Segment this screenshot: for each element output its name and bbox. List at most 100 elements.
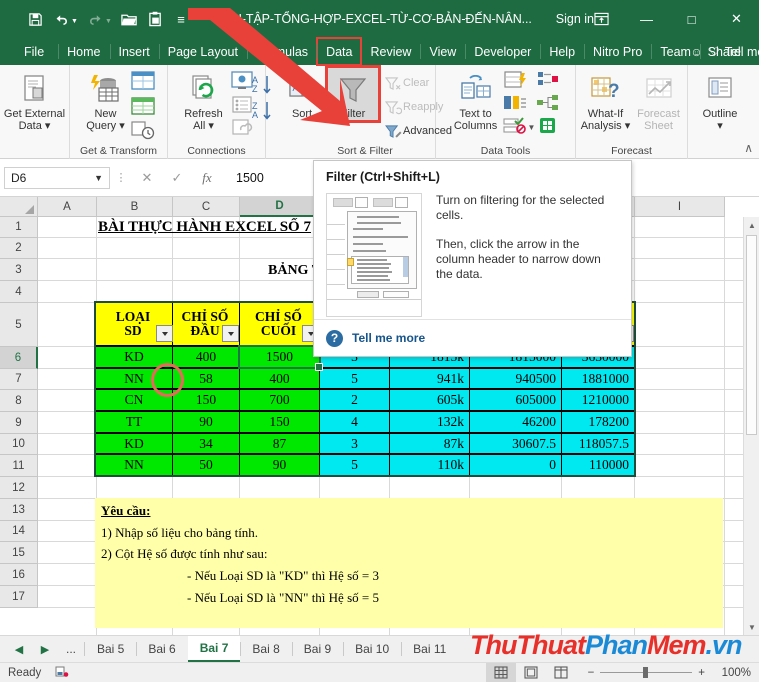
scroll-up-icon[interactable]: ▲: [744, 217, 759, 233]
maximize-button[interactable]: □: [669, 0, 714, 38]
table-row[interactable]: NN: [95, 368, 173, 389]
filter-dropdown-loai-sd[interactable]: [156, 325, 173, 342]
tab-developer[interactable]: Developer: [465, 38, 540, 65]
close-button[interactable]: ✕: [714, 0, 759, 38]
row-header-9[interactable]: 9: [0, 412, 38, 434]
table-row[interactable]: 2: [319, 389, 390, 411]
collapse-ribbon-icon[interactable]: ∧: [744, 141, 753, 155]
normal-view-icon[interactable]: [485, 662, 516, 682]
sheet-tab-bai-11[interactable]: Bai 11: [401, 636, 458, 662]
row-header-10[interactable]: 10: [0, 434, 38, 455]
text-to-columns-button[interactable]: Text to Columns: [450, 68, 502, 132]
column-header-b[interactable]: B: [97, 197, 173, 217]
tab-page-layout[interactable]: Page Layout: [158, 38, 247, 65]
table-row[interactable]: TT: [95, 411, 173, 433]
table-row[interactable]: 110000: [561, 454, 635, 476]
row-header-2[interactable]: 2: [0, 238, 38, 259]
data-validation-icon[interactable]: [502, 116, 528, 139]
open-folder-icon[interactable]: [116, 6, 142, 32]
share-button[interactable]: ☺ Share: [681, 45, 755, 59]
previous-sheet-icon[interactable]: ◀: [6, 636, 32, 662]
save-icon[interactable]: [22, 6, 48, 32]
table-row[interactable]: 1881000: [561, 368, 635, 389]
table-row[interactable]: 700: [239, 389, 320, 411]
relationships-icon[interactable]: [535, 93, 561, 116]
tab-home[interactable]: Home: [58, 38, 109, 65]
table-row[interactable]: 1210000: [561, 389, 635, 411]
table-row[interactable]: 0: [469, 454, 562, 476]
name-box-dropdown-icon[interactable]: ▼: [94, 173, 103, 183]
table-row[interactable]: 34: [172, 433, 240, 454]
sheet-tab-bai-5[interactable]: Bai 5: [85, 636, 136, 662]
row-header-6[interactable]: 6: [0, 347, 38, 369]
row-header-1[interactable]: 1: [0, 217, 38, 238]
show-queries-icon[interactable]: [130, 70, 156, 95]
row-header-14[interactable]: 14: [0, 521, 38, 542]
forecast-sheet-button[interactable]: Forecast Sheet: [633, 68, 685, 132]
table-row[interactable]: 4: [319, 411, 390, 433]
from-table-icon[interactable]: [130, 95, 156, 120]
undo-dropdown-icon[interactable]: ▼: [71, 18, 78, 25]
tab-view[interactable]: View: [420, 38, 465, 65]
tab-file[interactable]: File: [10, 38, 58, 65]
outline-button[interactable]: Outline ▾: [693, 68, 747, 132]
sheet-tab-bai-8[interactable]: Bai 8: [240, 636, 291, 662]
table-row[interactable]: 58: [172, 368, 240, 389]
table-row[interactable]: KD: [95, 346, 173, 368]
next-sheet-icon[interactable]: ▶: [32, 636, 58, 662]
row-header-3[interactable]: 3: [0, 259, 38, 281]
table-row[interactable]: 178200: [561, 411, 635, 433]
refresh-all-button[interactable]: Refresh All ▾: [179, 68, 229, 132]
zoom-thumb[interactable]: [643, 667, 649, 678]
tell-me-more-link[interactable]: Tell me more: [352, 331, 425, 345]
flash-fill-icon[interactable]: [502, 70, 536, 93]
page-break-view-icon[interactable]: [546, 663, 576, 682]
row-header-8[interactable]: 8: [0, 390, 38, 412]
table-row[interactable]: 400: [239, 368, 320, 389]
recent-sources-icon[interactable]: [130, 120, 156, 143]
filter-button[interactable]: Filter: [325, 65, 382, 123]
page-layout-view-icon[interactable]: [516, 663, 546, 682]
table-row[interactable]: 150: [239, 411, 320, 433]
sheet-tab-bai-10[interactable]: Bai 10: [343, 636, 401, 662]
table-row[interactable]: 110k: [389, 454, 470, 476]
table-row[interactable]: 90: [239, 454, 320, 476]
zoom-in-button[interactable]: +: [698, 667, 705, 679]
table-row[interactable]: 3: [319, 433, 390, 454]
select-all-corner[interactable]: [0, 197, 38, 217]
row-header-13[interactable]: 13: [0, 499, 38, 521]
table-row[interactable]: 118057.5: [561, 433, 635, 454]
table-row[interactable]: 605000: [469, 389, 562, 411]
tab-formulas[interactable]: Formulas: [246, 38, 317, 65]
requirements-note[interactable]: [95, 498, 723, 628]
vertical-scroll-thumb[interactable]: [746, 235, 757, 435]
what-if-analysis-button[interactable]: ? What-If Analysis ▾: [579, 68, 633, 132]
table-row[interactable]: 46200: [469, 411, 562, 433]
table-row[interactable]: 90: [172, 411, 240, 433]
table-row[interactable]: NN: [95, 454, 173, 476]
column-header-a[interactable]: A: [38, 197, 97, 217]
sheet-tab-bai-7[interactable]: Bai 7: [187, 636, 241, 662]
tab-insert[interactable]: Insert: [109, 38, 159, 65]
sheet-tab-bai-9[interactable]: Bai 9: [291, 636, 343, 662]
manage-data-model-icon[interactable]: [535, 116, 561, 139]
tab-review[interactable]: Review: [361, 38, 420, 65]
minimize-button[interactable]: —: [624, 0, 669, 38]
row-header-11[interactable]: 11: [0, 455, 38, 477]
column-header-d[interactable]: D: [240, 197, 320, 217]
filter-dropdown-chi-so-dau[interactable]: [222, 325, 239, 342]
table-row[interactable]: 50: [172, 454, 240, 476]
table-row[interactable]: 400: [172, 346, 240, 368]
name-box[interactable]: D6 ▼: [4, 166, 110, 189]
zoom-track[interactable]: [600, 667, 693, 678]
table-row[interactable]: 87: [239, 433, 320, 454]
table-row[interactable]: 940500: [469, 368, 562, 389]
row-header-15[interactable]: 15: [0, 542, 38, 564]
table-row[interactable]: 5: [319, 368, 390, 389]
column-header-i[interactable]: I: [635, 197, 725, 217]
table-row[interactable]: KD: [95, 433, 173, 454]
paste-icon[interactable]: [142, 6, 168, 32]
remove-duplicates-icon[interactable]: [502, 93, 536, 116]
zoom-out-button[interactable]: −: [588, 667, 595, 679]
row-header-7[interactable]: 7: [0, 369, 38, 390]
